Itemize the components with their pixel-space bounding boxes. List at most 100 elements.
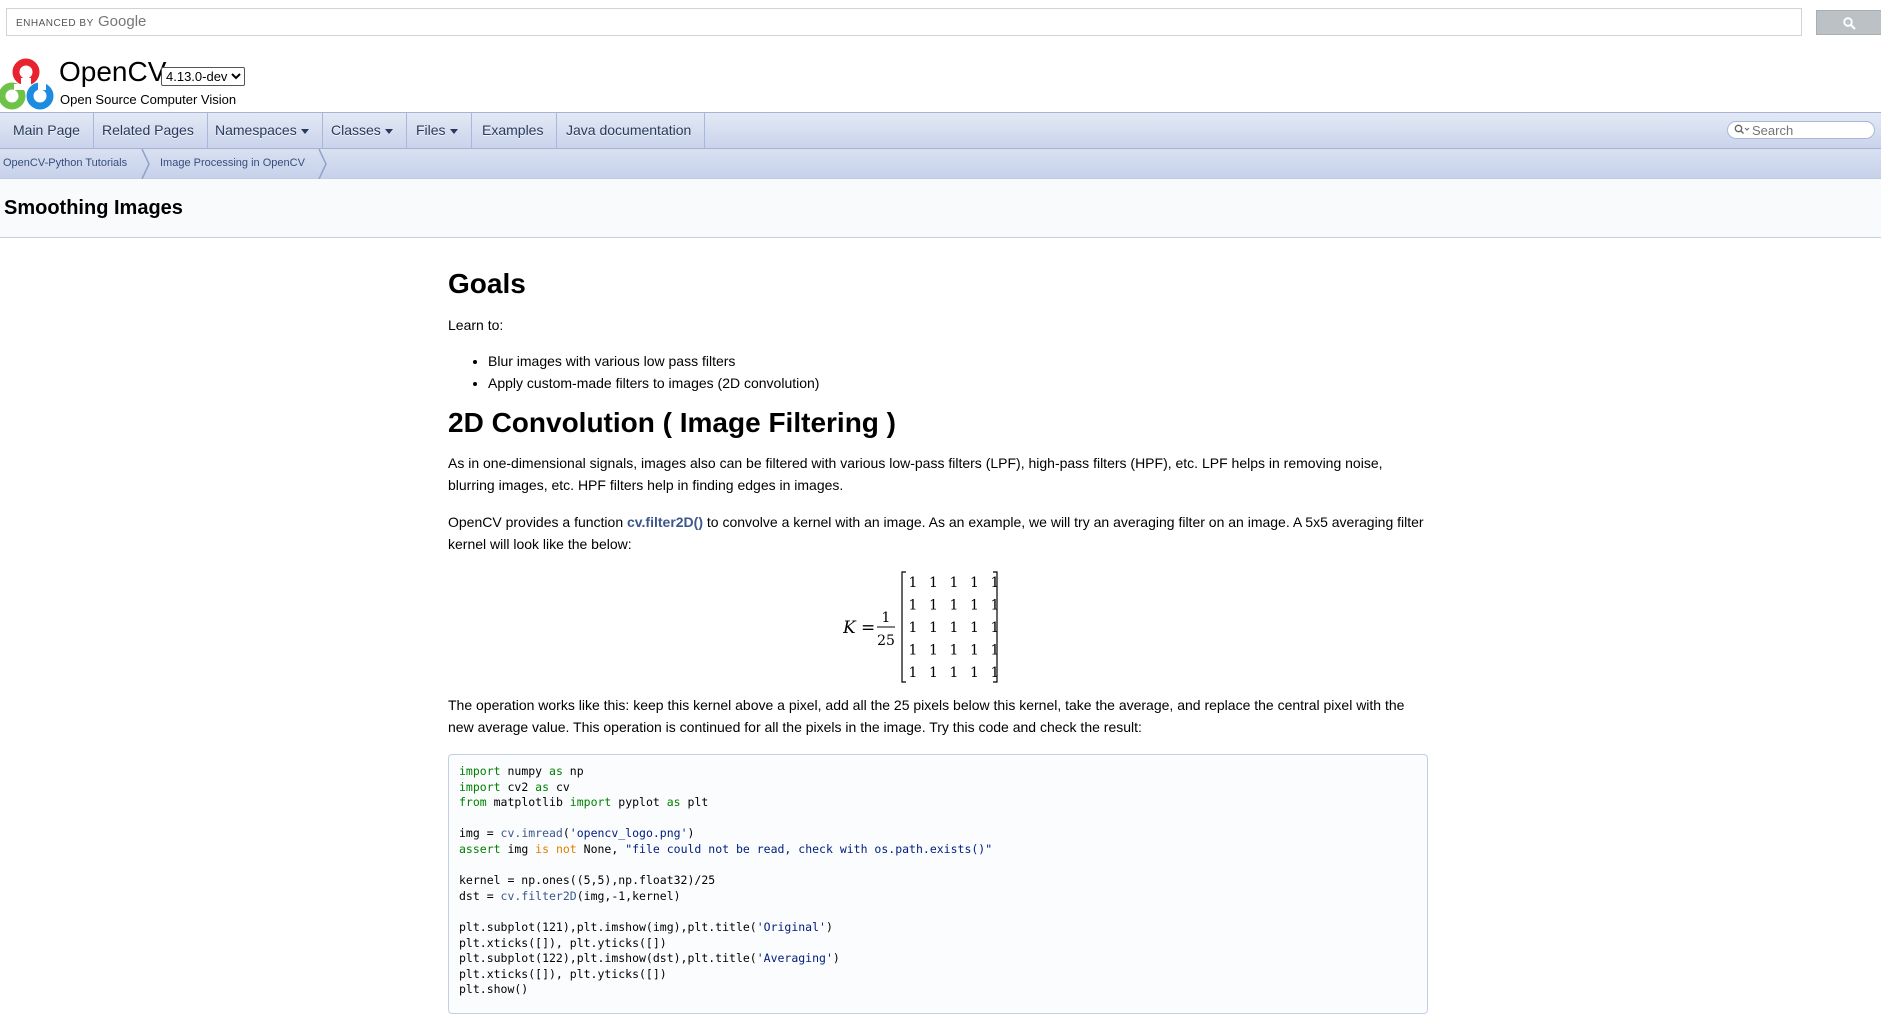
- code-token: import: [459, 779, 501, 794]
- code-token: "file could not be read, check with os.p…: [625, 841, 993, 856]
- nav-files[interactable]: Files: [403, 113, 472, 149]
- code-token: from: [459, 795, 487, 810]
- code-line: from matplotlib import pyplot as plt: [459, 795, 1417, 811]
- filter2d-paragraph: OpenCV provides a function cv.filter2D()…: [448, 511, 1428, 555]
- nav-label: Main Page: [13, 122, 80, 138]
- code-line: import cv2 as cv: [459, 780, 1417, 796]
- chevron-down-icon: [384, 128, 393, 134]
- code-token: (: [562, 826, 570, 841]
- code-fragment: import numpy as np import cv2 as cv from m…: [448, 754, 1428, 1014]
- matrix-cell: 1: [970, 575, 979, 591]
- code-token: img =: [459, 826, 501, 841]
- matrix-cell: 1: [950, 575, 959, 591]
- chevron-down-icon: [300, 128, 309, 134]
- code-token: plt.show(): [459, 982, 529, 997]
- nav-label: Namespaces: [215, 122, 297, 138]
- project-brief: Open Source Computer Vision: [60, 92, 237, 107]
- chevron-down-icon: [449, 128, 458, 134]
- code-line: assert img is not None, "file could not …: [459, 842, 1417, 858]
- formula-numerator: 1: [882, 610, 891, 626]
- matrix-cell: 1: [909, 643, 918, 659]
- nav-label: Classes: [331, 122, 381, 138]
- code-token: 'Averaging': [756, 951, 833, 966]
- nav-namespaces[interactable]: Namespaces: [202, 113, 323, 149]
- code-token: pyplot: [611, 795, 667, 810]
- code-token: matplotlib: [486, 795, 570, 810]
- matrix-cell: 1: [970, 620, 979, 636]
- google-logo: Google: [98, 13, 147, 30]
- matrix-cell: 1: [909, 665, 918, 681]
- matrix-left-bracket: [901, 571, 906, 683]
- code-line: img = cv.imread('opencv_logo.png'): [459, 826, 1417, 842]
- nav-label: Files: [416, 122, 446, 138]
- convolution-paragraph: As in one-dimensional signals, images al…: [448, 455, 1383, 493]
- code-token: as: [535, 779, 550, 794]
- matrix-cell: 1: [909, 598, 918, 614]
- version-select[interactable]: 4.13.0-dev: [161, 67, 245, 86]
- breadcrumb-item[interactable]: OpenCV-Python Tutorials: [3, 149, 127, 179]
- code-token: plt: [680, 795, 709, 810]
- code-line: plt.xticks([]), plt.yticks([]): [459, 936, 1417, 952]
- formula-denominator: 25: [877, 633, 895, 649]
- code-line: plt.xticks([]), plt.yticks([]): [459, 967, 1417, 983]
- code-token: cv2: [500, 779, 536, 794]
- operation-paragraph: The operation works like this: keep this…: [448, 697, 1405, 735]
- google-search-bar: ENHANCED BY Google: [0, 0, 1881, 44]
- code-token: import: [459, 764, 501, 778]
- matrix-cell: 1: [950, 620, 959, 636]
- formula-equals: =: [861, 618, 875, 638]
- code-line: plt.subplot(122),plt.imshow(dst),plt.tit…: [459, 951, 1417, 967]
- code-token: 'Original': [756, 919, 826, 934]
- page-title: Smoothing Images: [4, 197, 183, 219]
- opencv-logo-icon: [0, 58, 54, 110]
- code-token: as: [666, 795, 681, 810]
- google-search-button[interactable]: [1816, 10, 1881, 35]
- page-header: OpenCV 4.13.0-dev Open Source Computer V…: [0, 52, 1881, 112]
- breadcrumb-separator-icon: [141, 149, 150, 179]
- nav-examples[interactable]: Examples: [469, 113, 558, 149]
- matrix-cell: 1: [929, 665, 938, 681]
- nav-classes[interactable]: Classes: [318, 113, 407, 149]
- matrix-cell: 1: [950, 598, 959, 614]
- code-token: cv.filter2D: [500, 888, 577, 903]
- search-icon: [1734, 124, 1750, 134]
- nav-label: Java documentation: [566, 122, 692, 138]
- code-token: np: [562, 764, 584, 778]
- enhanced-by-label: ENHANCED BY: [16, 18, 94, 29]
- page-title-bar: Smoothing Images: [0, 179, 1881, 238]
- code-token: numpy: [500, 764, 550, 778]
- nav-search-box[interactable]: [1727, 121, 1875, 139]
- matrix-cell: 1: [991, 665, 1000, 681]
- code-token: cv.imread: [500, 826, 563, 841]
- formula-lhs: K: [843, 618, 857, 638]
- matrix-cell: 1: [929, 643, 938, 659]
- code-line: kernel = np.ones((5,5),np.float32)/25: [459, 873, 1417, 889]
- nav-related-pages[interactable]: Related Pages: [89, 113, 208, 149]
- matrix-cell: 1: [991, 620, 1000, 636]
- matrix-cell: 1: [991, 598, 1000, 614]
- breadcrumb: OpenCV-Python Tutorials Image Processing…: [0, 149, 1881, 179]
- breadcrumb-item[interactable]: Image Processing in OpenCV: [160, 149, 305, 179]
- breadcrumb-separator-icon: [318, 149, 327, 179]
- matrix-cell: 1: [929, 598, 938, 614]
- nav-search-input[interactable]: [1752, 123, 1868, 137]
- matrix-cell: 1: [929, 575, 938, 591]
- nav-label: Related Pages: [102, 122, 194, 138]
- main-nav: Main Page Related Pages Namespaces Class…: [0, 112, 1881, 149]
- goals-list: Blur images with various low pass filter…: [448, 350, 819, 394]
- matrix-cell: 1: [970, 643, 979, 659]
- nav-java-documentation[interactable]: Java documentation: [553, 113, 706, 149]
- code-token: cv: [549, 779, 570, 794]
- matrix-cell: 1: [970, 665, 979, 681]
- filter2d-link[interactable]: cv.filter2D(): [627, 514, 703, 530]
- paragraph-text: OpenCV provides a function: [448, 514, 627, 530]
- code-token: 'opencv_logo.png': [569, 826, 688, 841]
- goals-intro: Learn to:: [448, 317, 504, 333]
- matrix-cell: 1: [950, 665, 959, 681]
- code-line: dst = cv.filter2D(img,-1,kernel): [459, 889, 1417, 905]
- matrix-cell: 1: [950, 643, 959, 659]
- google-search-input[interactable]: ENHANCED BY Google: [6, 8, 1802, 36]
- nav-main-page[interactable]: Main Page: [0, 113, 94, 149]
- kernel-formula: K = 1 25 1 1 1 1 11 1 1 1 11 1 1 1 11 1 1 1 11 1 1 1 1: [843, 571, 1000, 683]
